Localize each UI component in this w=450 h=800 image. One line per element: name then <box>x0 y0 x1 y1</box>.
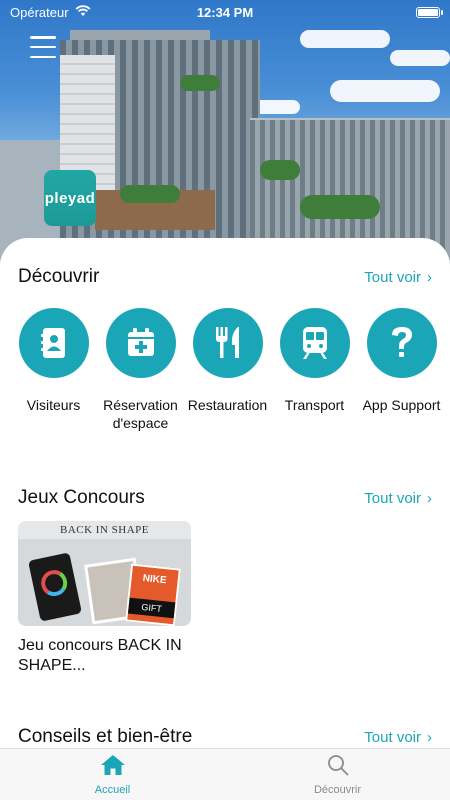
service-label: App Support <box>362 397 441 413</box>
gift-card-illustration: NIKE GIFT <box>125 563 181 626</box>
discover-title: Découvrir <box>18 266 100 287</box>
contact-book-icon <box>18 308 89 378</box>
contests-see-all-link[interactable]: Tout voir › <box>364 490 432 507</box>
fork-knife-icon <box>192 308 263 378</box>
chevron-right-icon: › <box>427 268 432 286</box>
tab-home-label: Accueil <box>94 783 131 796</box>
tab-discover[interactable]: Découvrir <box>225 749 450 800</box>
question-mark-icon <box>366 308 437 378</box>
status-bar: Opérateur 12:34 PM <box>0 0 450 24</box>
content-sheet: Découvrir Tout voir › Visiteurs Réservat… <box>0 238 450 748</box>
calendar-plus-icon <box>105 308 176 378</box>
service-label: Restauration <box>187 397 268 413</box>
contest-card-title[interactable]: Jeu concours BACK IN SHAPE... <box>18 636 193 676</box>
contest-card-image[interactable]: BACK IN SHAPE NIKE GIFT <box>18 521 191 626</box>
search-icon <box>327 754 349 781</box>
contests-section-header: Jeux Concours Tout voir › <box>18 487 432 509</box>
service-app-support[interactable]: App Support <box>358 308 445 432</box>
wifi-icon <box>75 4 91 20</box>
home-icon <box>100 754 126 781</box>
discover-see-all-link[interactable]: Tout voir › <box>364 269 432 286</box>
tab-bar: Accueil Découvrir <box>0 748 450 800</box>
service-restaurant[interactable]: Restauration <box>184 308 271 432</box>
wellbeing-title: Conseils et bien-être <box>18 726 193 747</box>
service-label: Transport <box>284 397 345 413</box>
service-space-booking[interactable]: Réservation d'espace <box>97 308 184 432</box>
wellbeing-see-all-link[interactable]: Tout voir › <box>364 729 432 746</box>
pleyad-logo: pleyad <box>44 170 96 226</box>
services-carousel[interactable]: Visiteurs Réservation d'espace Restaurat… <box>0 308 450 432</box>
contest-image-banner: BACK IN SHAPE <box>18 521 191 539</box>
service-transport[interactable]: Transport <box>271 308 358 432</box>
phone-illustration <box>28 552 82 622</box>
tab-home[interactable]: Accueil <box>0 749 225 800</box>
service-label: Visiteurs <box>26 397 81 413</box>
gift-card-label: GIFT <box>127 597 176 619</box>
carrier-label: Opérateur <box>10 4 69 20</box>
service-label: Réservation d'espace <box>103 397 178 431</box>
logo-text: pleyad <box>44 189 96 207</box>
discover-section-header: Découvrir Tout voir › <box>18 266 432 288</box>
battery-icon <box>416 6 443 18</box>
gift-card-brand: NIKE <box>142 572 168 587</box>
chevron-right-icon: › <box>427 489 432 507</box>
chevron-right-icon: › <box>427 728 432 746</box>
train-icon <box>279 308 350 378</box>
wellbeing-section-header: Conseils et bien-être Tout voir › <box>18 726 432 748</box>
service-visitors[interactable]: Visiteurs <box>10 308 97 432</box>
contests-title: Jeux Concours <box>18 487 145 508</box>
tab-discover-label: Découvrir <box>313 783 362 796</box>
menu-icon[interactable] <box>30 36 56 58</box>
